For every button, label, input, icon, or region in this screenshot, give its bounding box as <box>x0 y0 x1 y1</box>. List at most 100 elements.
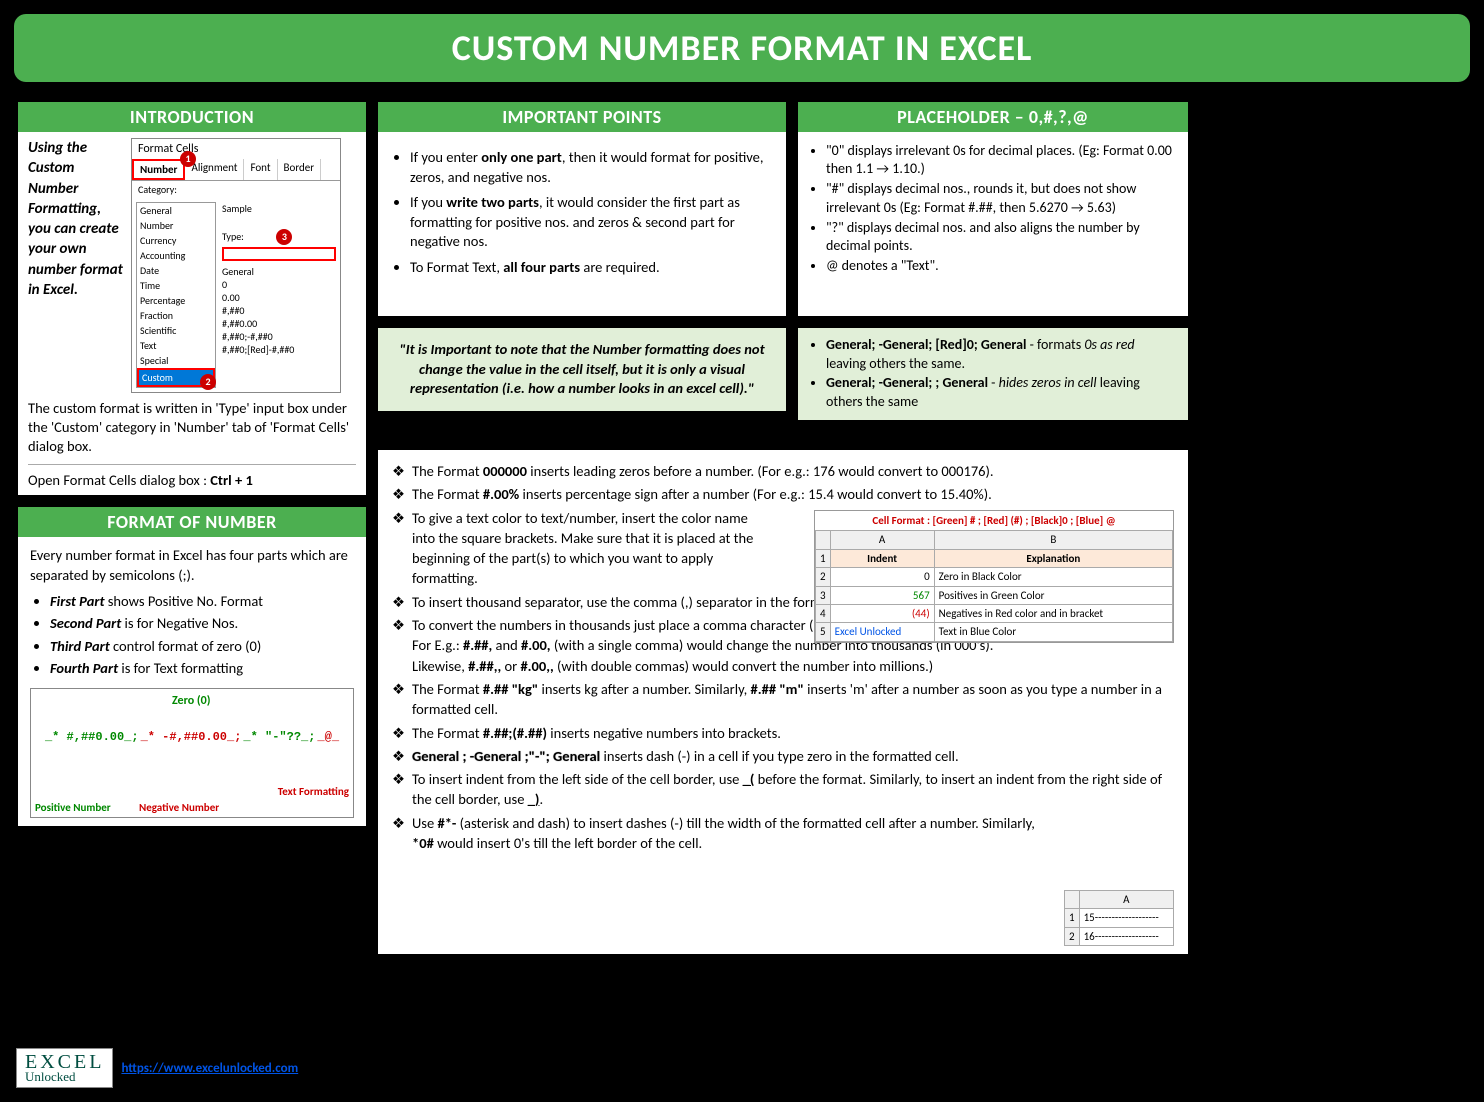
fmt-code-pos: _* #,##0.00_; <box>45 729 139 746</box>
category-list: General Number Currency Accounting Date … <box>136 202 216 388</box>
ip-header: IMPORTANT POINTS <box>378 102 786 132</box>
list-item: Third Part control format of zero (0) <box>50 636 354 656</box>
ph-list: "0" displays irrelevant 0s for decimal p… <box>812 142 1174 275</box>
part-desc: shows Positive No. Format <box>104 592 263 610</box>
list-item: "?" displays decimal nos. and also align… <box>826 219 1174 255</box>
cat-scientific: Scientific <box>137 323 215 338</box>
pos-label: Positive Number <box>35 800 111 815</box>
ph-examples-card: General; -General; [Red]0; General - for… <box>796 326 1190 422</box>
table-cell: 16------------------- <box>1079 927 1173 945</box>
list-item: The Format #.## "kg" inserts kg after a … <box>392 679 1174 720</box>
cat-general: General <box>137 203 215 218</box>
list-item: The Format #.00% inserts percentage sign… <box>392 484 1174 504</box>
type-opt: #,##0;-#,##0 <box>222 330 336 343</box>
dialog-tab-font: Font <box>244 159 277 180</box>
ip-list: If you enter only one part, then it woul… <box>394 148 770 277</box>
fmt-code-text: _@_ <box>317 729 339 746</box>
tf-label: Text Formatting <box>278 784 349 799</box>
table-cell: 15------------------- <box>1079 909 1173 927</box>
cat-accounting: Accounting <box>137 248 215 263</box>
part-desc: is for Text formatting <box>118 659 243 677</box>
right-column: PLACEHOLDER – 0,#,?,@ "0" displays irrel… <box>796 100 1190 422</box>
list-item: General; -General; ; General - hides zer… <box>826 374 1174 412</box>
ph-header: PLACEHOLDER – 0,#,?,@ <box>798 102 1188 132</box>
format-cells-dialog: Format Cells Number 1 Alignment Font Bor… <box>131 138 341 393</box>
cat-number: Number <box>137 218 215 233</box>
cat-date: Date <box>137 263 215 278</box>
intro-header: INTRODUCTION <box>18 102 366 132</box>
logo-line2: Unlocked <box>25 1071 104 1083</box>
part-name: First Part <box>50 592 104 610</box>
details-card: The Format 000000 inserts leading zeros … <box>376 448 1190 956</box>
badge-1: 1 <box>180 151 196 167</box>
list-item: To give a text color to text/number, ins… <box>392 508 762 589</box>
type-opt: #,##0;[Red]-#,##0 <box>222 343 336 356</box>
list-item: First Part shows Positive No. Format <box>50 591 354 611</box>
col-header: A <box>1079 890 1173 908</box>
format-card: FORMAT OF NUMBER Every number format in … <box>16 505 368 829</box>
left-column: INTRODUCTION Using the Custom Number For… <box>16 100 368 828</box>
list-item: If you write two parts, it would conside… <box>410 193 770 252</box>
list-item: To Format Text, all four parts are requi… <box>410 258 770 278</box>
list-item: The Format #.##;(#.##) inserts negative … <box>392 723 1174 743</box>
list-item: Use #*- (asterisk and dash) to insert da… <box>392 813 1052 854</box>
neg-label: Negative Number <box>139 800 219 815</box>
cell-format-header: Cell Format : [Green] # ; [Red] (#) ; [B… <box>815 511 1173 530</box>
page: CUSTOM NUMBER FORMAT IN EXCEL INTRODUCTI… <box>8 14 1476 1094</box>
cat-special: Special <box>137 353 215 368</box>
footer-link[interactable]: https://www.excelunlocked.com <box>121 1061 298 1076</box>
type-opt: General <box>222 265 336 278</box>
intro-paragraph: The custom format is written in 'Type' i… <box>28 399 356 456</box>
important-points-card: IMPORTANT POINTS If you enter only one p… <box>376 100 788 318</box>
table-cell: 567 <box>830 586 934 604</box>
cat-time: Time <box>137 278 215 293</box>
shortcut-label: Open Format Cells dialog box : <box>28 471 210 489</box>
col-header: A <box>830 531 934 549</box>
table-cell: Excel Unlocked <box>830 623 934 641</box>
part-name: Fourth Part <box>50 659 118 677</box>
table-cell: Text in Blue Color <box>934 623 1172 641</box>
placeholder-card: PLACEHOLDER – 0,#,?,@ "0" displays irrel… <box>796 100 1190 318</box>
zero-label: Zero (0) <box>172 693 210 710</box>
badge-2: 2 <box>200 374 216 390</box>
table-header: Explanation <box>934 549 1172 567</box>
part-name: Third Part <box>50 637 110 655</box>
intro-card: INTRODUCTION Using the Custom Number For… <box>16 100 368 497</box>
table-cell: Zero in Black Color <box>934 568 1172 586</box>
part-name: Second Part <box>50 614 121 632</box>
dialog-tab-border: Border <box>278 159 322 180</box>
list-item: @ denotes a "Text". <box>826 257 1174 275</box>
cat-currency: Currency <box>137 233 215 248</box>
col-header: B <box>934 531 1172 549</box>
cat-fraction: Fraction <box>137 308 215 323</box>
list-item: General ; -General ;"-"; General inserts… <box>392 746 1174 766</box>
type-opt: 0 <box>222 278 336 291</box>
list-item: "0" displays irrelevant 0s for decimal p… <box>826 142 1174 178</box>
dash-table: A 115------------------- 216------------… <box>1064 890 1174 946</box>
dialog-title: Format Cells <box>132 139 340 159</box>
type-opt: 0.00 <box>222 291 336 304</box>
cat-text: Text <box>137 338 215 353</box>
list-item: General; -General; [Red]0; General - for… <box>826 336 1174 374</box>
format-lead: Every number format in Excel has four pa… <box>30 545 354 586</box>
type-opt: #,##0.00 <box>222 317 336 330</box>
cell-format-table: Cell Format : [Green] # ; [Red] (#) ; [B… <box>814 510 1174 643</box>
part-desc: is for Negative Nos. <box>121 614 238 632</box>
sample-label: Sample <box>222 202 336 215</box>
intro-shortcut: Open Format Cells dialog box : Ctrl + 1 <box>28 464 356 489</box>
fmt-code-neg: _* -#,##0.00_; <box>141 729 242 746</box>
note-card: "It is Important to note that the Number… <box>376 326 788 413</box>
badge-3: 3 <box>276 229 292 245</box>
list-item: Fourth Part is for Text formatting <box>50 658 354 678</box>
format-parts-list: First Part shows Positive No. Format Sec… <box>30 591 354 678</box>
shortcut-key: Ctrl + 1 <box>210 471 253 489</box>
type-list: General 0 0.00 #,##0 #,##0.00 #,##0;-#,#… <box>222 265 336 356</box>
format-header: FORMAT OF NUMBER <box>18 507 366 537</box>
table-header: Indent <box>830 549 934 567</box>
intro-lead: Using the Custom Number Formatting, you … <box>28 138 123 393</box>
cat-percentage: Percentage <box>137 293 215 308</box>
fmt-code-zero: _* "-"??_; <box>243 729 315 746</box>
list-item: The Format 000000 inserts leading zeros … <box>392 461 1174 481</box>
logo: EXCEL Unlocked <box>16 1048 113 1088</box>
table-cell: Negatives in Red color and in bracket <box>934 604 1172 622</box>
